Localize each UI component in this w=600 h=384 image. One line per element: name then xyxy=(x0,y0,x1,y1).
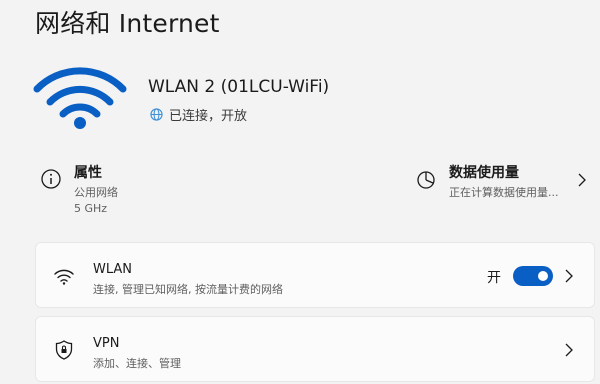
data-usage-status: 正在计算数据使用量... xyxy=(449,186,559,199)
wlan-title: WLAN xyxy=(93,262,133,277)
pie-chart-icon xyxy=(417,171,435,189)
properties-title: 属性 xyxy=(74,165,102,181)
network-profile-text: 公用网络 xyxy=(74,186,118,199)
page-title: 网络和 Internet xyxy=(35,9,220,38)
chevron-right-icon xyxy=(578,173,586,187)
chevron-right-icon xyxy=(565,343,573,357)
network-name: WLAN 2 (01LCU-WiFi) xyxy=(148,77,330,97)
vpn-settings-card[interactable]: VPN 添加、连接、管理 xyxy=(35,316,595,382)
globe-icon xyxy=(150,108,163,121)
wlan-description: 连接, 管理已知网络, 按流量计费的网络 xyxy=(93,283,283,296)
wlan-settings-card[interactable]: WLAN 连接, 管理已知网络, 按流量计费的网络 开 xyxy=(35,242,595,308)
chevron-right-icon xyxy=(565,269,573,283)
toggle-knob xyxy=(538,271,548,281)
info-icon xyxy=(41,169,61,189)
wlan-toggle[interactable] xyxy=(513,266,553,286)
data-usage-title: 数据使用量 xyxy=(449,165,519,181)
shield-icon xyxy=(55,340,73,360)
wifi-icon xyxy=(54,269,74,285)
network-status-text: 已连接，开放 xyxy=(169,109,248,124)
network-band-text: 5 GHz xyxy=(74,202,108,215)
connected-network: WLAN 2 (01LCU-WiFi) 已连接，开放 xyxy=(33,63,553,133)
vpn-title: VPN xyxy=(93,336,120,351)
vpn-description: 添加、连接、管理 xyxy=(93,357,181,370)
properties-item[interactable]: 属性 公用网络 5 GHz xyxy=(40,160,340,220)
network-status: 已连接，开放 xyxy=(150,105,247,124)
wlan-toggle-label: 开 xyxy=(487,270,501,286)
data-usage-item[interactable]: 数据使用量 正在计算数据使用量... xyxy=(415,160,595,220)
wifi-icon xyxy=(33,67,127,129)
